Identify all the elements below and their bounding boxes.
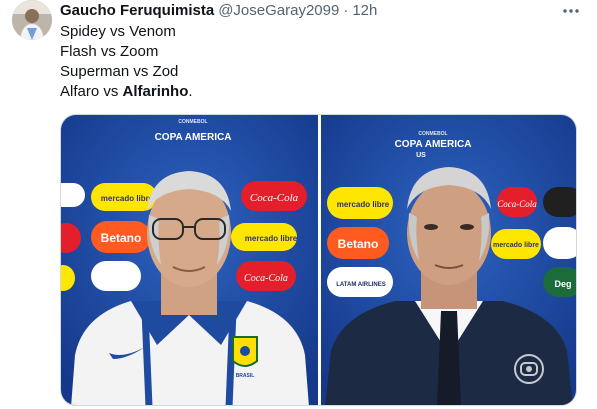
tweet-timestamp[interactable]: 12h (352, 2, 377, 19)
sponsor-label-r5: mercado libre (493, 242, 539, 249)
author-handle[interactable]: @JoseGaray2099 (218, 2, 339, 19)
banner-right: COPA AMERICA (395, 139, 472, 150)
sponsor-label-l3: Coca-Cola (250, 192, 299, 204)
sponsor-label-r1: mercado libre (337, 200, 390, 209)
banner-small-right: CONMEBOL (418, 131, 447, 137)
tweet-line-2: Flash vs Zoom (60, 43, 159, 60)
banner-left: COPA AMERICA (155, 132, 232, 143)
tweet-media[interactable]: CONMEBOL COPA AMERICA mercado libre Coca… (60, 114, 577, 406)
badge-text-left: BRASIL (236, 373, 255, 379)
media-photo-right[interactable]: CONMEBOL COPA AMERICA US mercado libre C… (321, 115, 576, 405)
sponsor-label-l5: Betano (101, 231, 142, 245)
sponsor-tile-l1 (61, 183, 85, 207)
more-options-icon[interactable] (561, 2, 581, 20)
banner-small-left: CONMEBOL (178, 119, 207, 125)
sponsor-tile-r6 (543, 227, 576, 259)
avatar-image (12, 0, 52, 40)
sponsor-tile-l8 (91, 261, 141, 291)
sponsor-label-r4: Betano (338, 237, 379, 251)
author-name[interactable]: Gaucho Feruquimista (60, 2, 214, 19)
sponsor-tile-r3 (543, 187, 576, 217)
sponsor-label-r8: Deg (554, 279, 571, 289)
author-avatar[interactable] (12, 0, 52, 40)
photo-right-image: CONMEBOL COPA AMERICA US mercado libre C… (321, 115, 576, 405)
tweet-line-4-suffix: . (188, 83, 193, 100)
sponsor-label-r7: LATAM AIRLINES (336, 282, 386, 288)
tweet-line-1: Spidey vs Venom (60, 23, 176, 40)
tweet-line-4-bold: Alfarinho (122, 83, 189, 100)
tweet-line-4-prefix: Alfaro vs (60, 83, 123, 100)
sponsor-label-l2: mercado libre (101, 194, 154, 203)
sponsor-label-l9: Coca-Cola (244, 273, 288, 284)
tweet-line-4: Alfaro vs Alfarinho. (60, 82, 193, 102)
sponsor-label-r2: Coca-Cola (497, 199, 537, 209)
separator-dot: · (343, 1, 349, 19)
sponsor-label-l6: mercado libre (245, 234, 298, 243)
tweet-text: Spidey vs Venom Flash vs Zoom Superman v… (60, 22, 193, 102)
tweet-card[interactable]: Gaucho Feruquimista @JoseGaray2099 · 12h… (0, 0, 597, 409)
tweet-line-3: Superman vs Zod (60, 63, 179, 80)
banner-suffix-right: US (416, 152, 426, 159)
photo-left-image: CONMEBOL COPA AMERICA mercado libre Coca… (61, 115, 318, 405)
tweet-header: Gaucho Feruquimista @JoseGaray2099 · 12h (60, 0, 377, 20)
media-photo-left[interactable]: CONMEBOL COPA AMERICA mercado libre Coca… (61, 115, 318, 405)
